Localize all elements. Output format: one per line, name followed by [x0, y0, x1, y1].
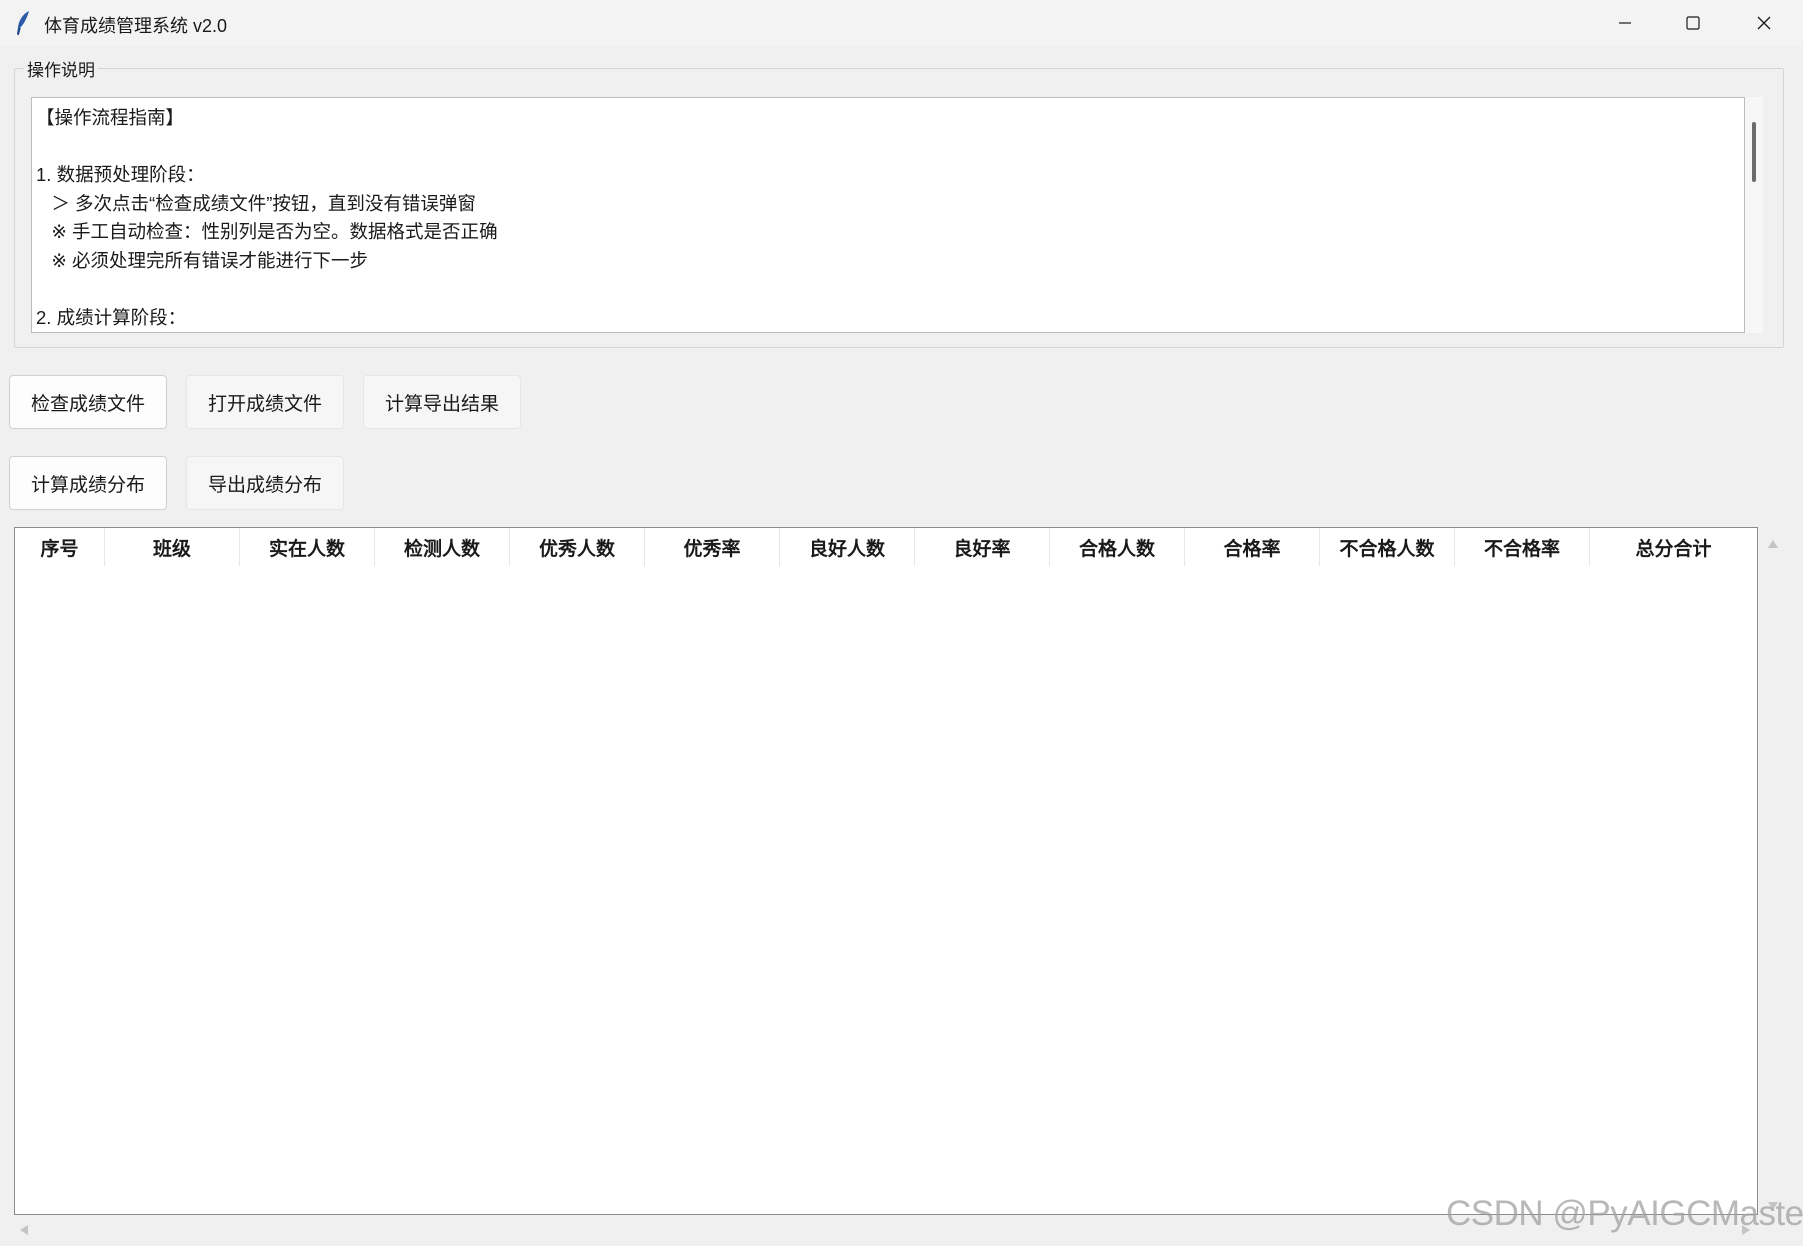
open-file-button[interactable]: 打开成绩文件 [186, 375, 344, 429]
instructions-group-label: 操作说明 [24, 56, 98, 81]
column-header[interactable]: 合格人数 [1050, 528, 1185, 566]
instruction-line: 【操作流程指南】 [36, 107, 185, 128]
watermark: CSDN @PyAIGCMaster [1446, 1194, 1803, 1233]
scroll-left-icon[interactable] [20, 1222, 28, 1240]
column-header[interactable]: 总分合计 [1590, 528, 1757, 566]
export-distribution-button[interactable]: 导出成绩分布 [186, 456, 344, 510]
maximize-button[interactable] [1659, 0, 1727, 46]
column-header[interactable]: 良好人数 [780, 528, 915, 566]
calc-distribution-button[interactable]: 计算成绩分布 [9, 456, 167, 510]
instruction-line: 2. 成绩计算阶段： [36, 306, 187, 328]
column-header[interactable]: 序号 [15, 528, 105, 566]
column-header[interactable]: 良好率 [915, 528, 1050, 566]
window-title: 体育成绩管理系统 v2.0 [44, 16, 228, 36]
check-file-button[interactable]: 检查成绩文件 [9, 375, 167, 429]
column-header[interactable]: 不合格率 [1455, 528, 1590, 566]
instruction-line: ＞ 多次点击“检查成绩文件”按钮，直到没有错误弹窗 [36, 192, 476, 214]
close-icon [1756, 15, 1772, 31]
calc-export-button[interactable]: 计算导出结果 [363, 375, 521, 429]
column-header[interactable]: 优秀率 [645, 528, 780, 566]
table-vertical-scrollbar[interactable] [1758, 527, 1788, 1217]
column-header[interactable]: 实在人数 [240, 528, 375, 566]
minimize-button[interactable] [1591, 0, 1659, 46]
column-header[interactable]: 合格率 [1185, 528, 1320, 566]
table-header: 序号 班级 实在人数 检测人数 优秀人数 优秀率 良好人数 良好率 合格人数 合格率 不合格人数 不合… [15, 528, 1757, 566]
instruction-line: ※ 必须处理完所有错误才能进行下一步 [36, 249, 369, 271]
column-header[interactable]: 优秀人数 [510, 528, 645, 566]
results-table[interactable]: 序号 班级 实在人数 检测人数 优秀人数 优秀率 良好人数 良好率 合格人数 合格率 不合格人数 不合… [14, 527, 1758, 1215]
maximize-icon [1685, 15, 1701, 31]
feather-icon [14, 10, 32, 36]
instructions-text: 【操作流程指南】 1. 数据预处理阶段： ＞ 多次点击“检查成绩文件”按钮，直到没… [36, 104, 498, 332]
column-header[interactable]: 班级 [105, 528, 240, 566]
scrollbar-thumb[interactable] [1752, 122, 1756, 182]
app-window: 体育成绩管理系统 v2.0 操作说明 【操作流程指南】 1. 数据预处理阶段： ＞… [0, 0, 1803, 1246]
instruction-line: 1. 数据预处理阶段： [36, 164, 205, 185]
instructions-scrollbar[interactable] [1745, 97, 1763, 333]
instruction-line: ※ 手工自动检查：性别列是否为空。数据格式是否正确 [36, 221, 498, 242]
minimize-icon [1617, 15, 1633, 31]
instruction-line [36, 275, 498, 304]
instruction-line [36, 133, 498, 162]
column-header[interactable]: 不合格人数 [1320, 528, 1455, 566]
close-button[interactable] [1730, 0, 1798, 46]
instructions-textbox[interactable]: 【操作流程指南】 1. 数据预处理阶段： ＞ 多次点击“检查成绩文件”按钮，直到没… [31, 97, 1745, 333]
title-bar: 体育成绩管理系统 v2.0 [0, 0, 1803, 46]
scroll-up-icon[interactable] [1768, 535, 1778, 553]
column-header[interactable]: 检测人数 [375, 528, 510, 566]
